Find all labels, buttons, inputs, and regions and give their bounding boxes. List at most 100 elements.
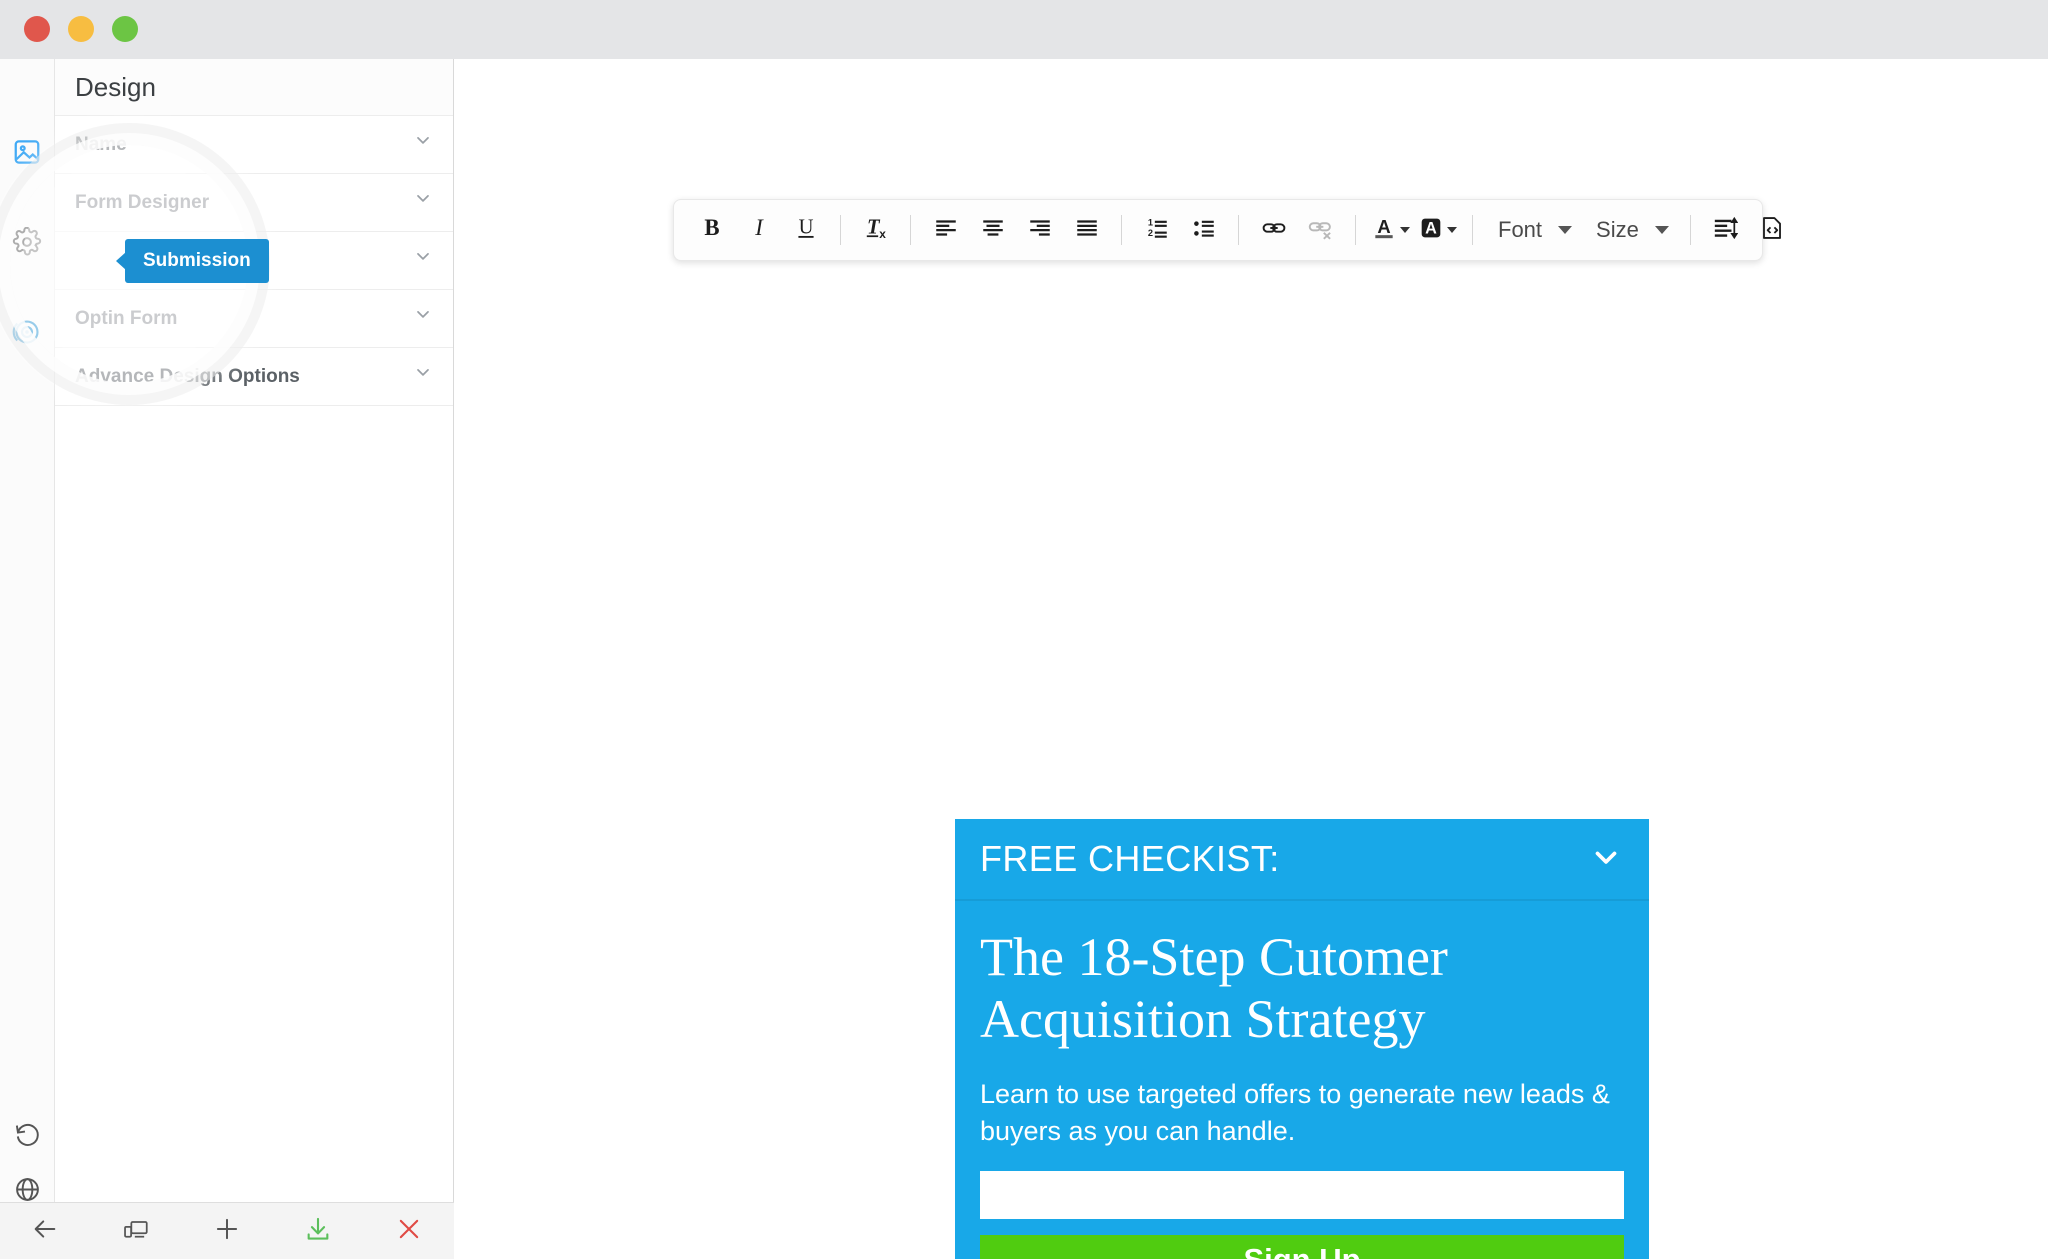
chevron-down-icon [1400, 227, 1410, 233]
chevron-down-icon [413, 232, 433, 290]
responsive-preview-icon [122, 1215, 150, 1248]
design-settings-panel: Design Name Form Designer Submission Sub… [55, 59, 454, 1202]
add-button[interactable] [182, 1203, 273, 1259]
unordered-list-button[interactable] [1180, 207, 1227, 253]
svg-text:A: A [1377, 215, 1390, 236]
traffic-light-group [24, 16, 138, 42]
window-maximize-button[interactable] [112, 16, 138, 42]
unlink-icon [1308, 215, 1334, 246]
chevron-down-icon [1447, 227, 1457, 233]
optin-form-body: The 18-Step Cutomer Acquisition Strategy… [955, 901, 1649, 1259]
globe-icon [13, 1175, 42, 1204]
window-minimize-button[interactable] [68, 16, 94, 42]
image-icon [12, 137, 42, 167]
toolbar-separator [1238, 215, 1239, 245]
toolbar-separator [1121, 215, 1122, 245]
optin-subheadline: Learn to use targeted offers to generate… [980, 1079, 1610, 1146]
remove-format-icon: T x [863, 215, 889, 246]
accordion-row-advance-design-options[interactable]: Advance Design Options [55, 348, 453, 406]
toolbar-separator [1689, 215, 1691, 245]
rail-item-targeting[interactable] [0, 305, 54, 359]
font-color-button[interactable]: A [1367, 207, 1414, 253]
background-color-button[interactable]: A [1414, 207, 1461, 253]
download-icon [304, 1215, 332, 1248]
chevron-down-icon [413, 290, 433, 348]
window-titlebar [0, 0, 2048, 59]
align-right-icon [1027, 215, 1053, 246]
gear-icon [12, 227, 42, 257]
back-arrow-icon [31, 1215, 59, 1248]
font-size-label: Size [1596, 217, 1639, 242]
link-button[interactable] [1250, 207, 1297, 253]
align-justify-icon [1074, 215, 1100, 246]
ordered-list-button[interactable]: 1 2 [1133, 207, 1180, 253]
window-close-button[interactable] [24, 16, 50, 42]
bold-icon: B [699, 215, 725, 246]
accordion-label: Advance Design Options [75, 366, 300, 387]
page-title: Design [55, 59, 453, 116]
optin-email-input[interactable] [980, 1170, 1624, 1219]
panel-bottom-toolbar [0, 1202, 454, 1259]
accordion-row-submission[interactable]: Submission Submission [55, 232, 453, 290]
chevron-down-icon [1654, 226, 1669, 234]
accordion-row-name[interactable]: Name [55, 116, 453, 174]
link-icon [1261, 215, 1287, 246]
align-center-icon [980, 215, 1006, 246]
optin-form-header[interactable]: FREE CHECKIST: [955, 819, 1649, 901]
optin-headline: The 18-Step Cutomer Acquisition Strategy [980, 927, 1448, 1049]
svg-text:B: B [704, 215, 719, 240]
accordion-row-optin-form[interactable]: Optin Form [55, 290, 453, 348]
unordered-list-icon [1191, 215, 1217, 246]
accordion-label: Name [75, 134, 127, 155]
line-height-button[interactable] [1702, 207, 1749, 253]
save-button[interactable] [272, 1203, 363, 1259]
unlink-button[interactable] [1297, 207, 1344, 253]
bold-button[interactable]: B [688, 207, 735, 253]
font-family-dropdown[interactable]: Font [1484, 207, 1582, 253]
app-window: Design Name Form Designer Submission Sub… [0, 0, 2048, 1259]
accordion-label: Form Designer [75, 192, 210, 213]
rail-item-image[interactable] [0, 125, 54, 179]
submission-tooltip-badge[interactable]: Submission [125, 238, 269, 283]
add-icon [213, 1215, 241, 1248]
accordion-label: Optin Form [75, 308, 178, 329]
italic-button[interactable]: I [735, 207, 782, 253]
chevron-down-icon[interactable] [1589, 840, 1623, 879]
remove-format-button[interactable]: T x [852, 207, 899, 253]
left-icon-rail [0, 59, 55, 1202]
rich-text-toolbar: B I U T x 1 2 A A Font Size [673, 199, 1782, 261]
source-code-button[interactable] [1749, 207, 1796, 253]
svg-text:U: U [798, 216, 813, 238]
background-color-icon: A [1418, 215, 1444, 246]
underline-button[interactable]: U [782, 207, 829, 253]
rail-item-settings[interactable] [0, 215, 54, 269]
optin-form-preview: FREE CHECKIST: The 18-Step Cutomer Acqui… [955, 819, 1649, 1259]
chevron-down-icon [413, 348, 433, 406]
close-button[interactable] [363, 1203, 454, 1259]
align-left-icon [933, 215, 959, 246]
font-family-label: Font [1498, 217, 1543, 242]
svg-text:A: A [1425, 219, 1437, 237]
editor-canvas: B I U T x 1 2 A A Font Size FREE CHECKIS… [455, 59, 2048, 1259]
ordered-list-icon: 1 2 [1144, 215, 1170, 246]
toolbar-separator [1355, 215, 1356, 245]
chevron-down-icon [413, 174, 433, 232]
source-code-icon [1759, 215, 1785, 246]
align-right-button[interactable] [1016, 207, 1063, 253]
font-size-dropdown[interactable]: Size [1582, 207, 1679, 253]
font-color-icon: A [1371, 215, 1397, 246]
align-center-button[interactable] [969, 207, 1016, 253]
rail-item-history[interactable] [0, 1107, 54, 1161]
target-icon [12, 317, 42, 347]
toolbar-separator [1472, 215, 1473, 245]
svg-text:2: 2 [1147, 228, 1152, 238]
close-icon [395, 1215, 423, 1248]
accordion-row-form-designer[interactable]: Form Designer [55, 174, 453, 232]
history-icon [13, 1120, 42, 1149]
responsive-preview-button[interactable] [91, 1203, 182, 1259]
back-button[interactable] [0, 1203, 91, 1259]
align-left-button[interactable] [922, 207, 969, 253]
align-justify-button[interactable] [1063, 207, 1110, 253]
toolbar-separator [910, 215, 911, 245]
optin-signup-button[interactable]: Sign Up [980, 1234, 1624, 1259]
